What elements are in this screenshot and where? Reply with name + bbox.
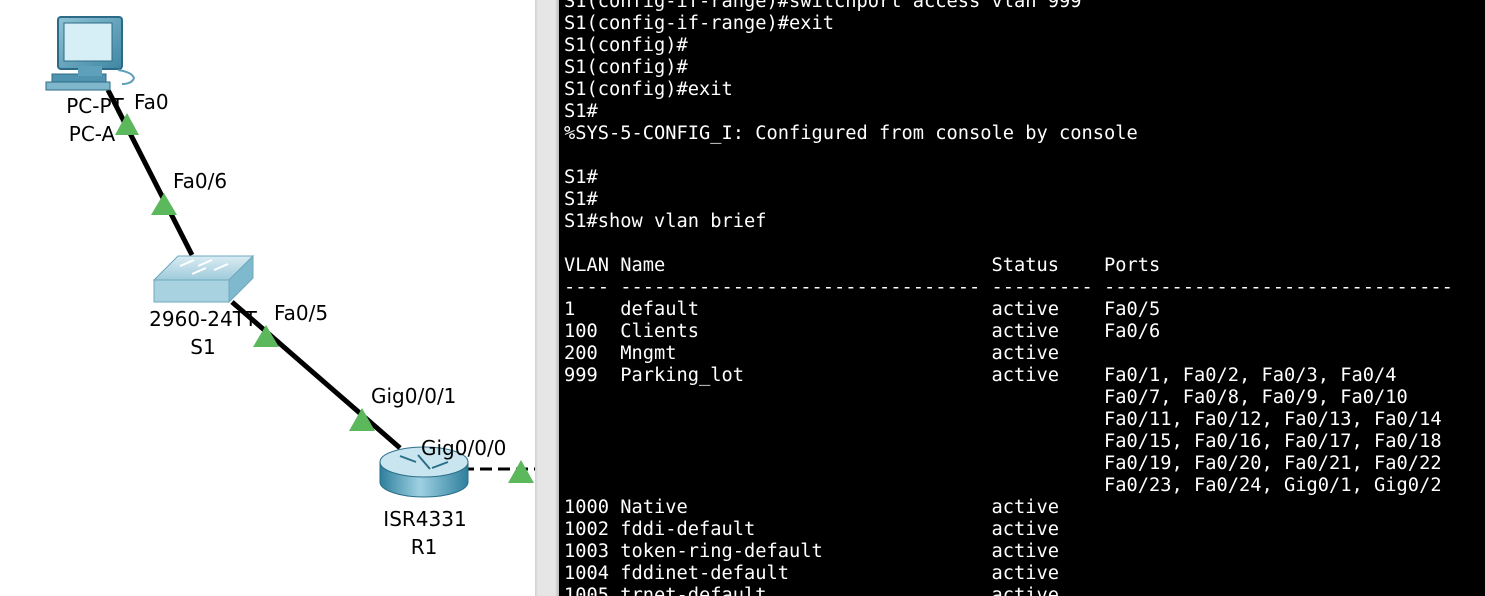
terminal-line: 1 default active Fa0/5 [564, 299, 1161, 320]
terminal-line: S1(config-if-range)#switchport access vl… [564, 0, 1082, 12]
switch-model-label: 2960-24TT [149, 307, 257, 331]
pc-icon[interactable] [45, 16, 136, 91]
terminal-line: S1#show vlan brief [564, 211, 767, 232]
port-label-pc-fa0: Fa0 [134, 90, 169, 114]
link-status-up-icon [508, 460, 534, 483]
terminal-line: 1000 Native active [564, 497, 1060, 518]
terminal-line: S1(config)# [564, 35, 688, 56]
terminal-line: S1(config)# [564, 57, 688, 78]
terminal-line: 1004 fddinet-default active [564, 563, 1060, 584]
terminal-line: 200 Mngmt active [564, 343, 1060, 364]
pc-name-label: PC-A [68, 122, 116, 146]
terminal-line: S1(config)#exit [564, 79, 733, 100]
terminal-line: S1# [564, 101, 598, 122]
terminal-line: Fa0/7, Fa0/8, Fa0/9, Fa0/10 [564, 387, 1408, 408]
terminal-line: VLAN Name Status Ports [564, 255, 1161, 276]
terminal-line: 100 Clients active Fa0/6 [564, 321, 1161, 342]
link-status-up-icon [151, 193, 177, 215]
switch-name-label: S1 [190, 335, 216, 359]
port-label-s1-fa0-6: Fa0/6 [173, 169, 228, 193]
router-name-label: R1 [410, 535, 438, 559]
router-model-label: ISR4331 [383, 507, 467, 531]
pc-model-label: PC-PT [66, 94, 124, 118]
terminal-line: %SYS-5-CONFIG_I: Configured from console… [564, 123, 1138, 144]
terminal-line: S1# [564, 167, 598, 188]
terminal-line: 999 Parking_lot active Fa0/1, Fa0/2, Fa0… [564, 365, 1397, 386]
terminal-line: S1# [564, 189, 598, 210]
terminal-line: Fa0/15, Fa0/16, Fa0/17, Fa0/18 [564, 431, 1442, 452]
terminal-line: 1005 trnet-default active [564, 585, 1060, 596]
terminal-line: Fa0/11, Fa0/12, Fa0/13, Fa0/14 [564, 409, 1442, 430]
port-label-r1-gig0-0-0: Gig0/0/0 [421, 436, 507, 460]
switch-icon[interactable] [152, 254, 255, 304]
port-label-s1-fa0-5: Fa0/5 [274, 301, 329, 325]
terminal-output: S1(config-if-range)#switchport access vl… [564, 0, 1453, 596]
topology-workspace[interactable]: PC-PT PC-A 2960-24TT S1 ISR4331 R1 Fa0 F… [0, 0, 535, 596]
terminal-line: 1002 fddi-default active [564, 519, 1060, 540]
terminal-line: S1(config-if-range)#exit [564, 13, 835, 34]
panel-splitter[interactable] [535, 0, 559, 596]
cli-terminal[interactable]: S1(config-if-range)#switchport access vl… [559, 0, 1485, 596]
link-status-up-icon [349, 408, 375, 431]
terminal-line: 1003 token-ring-default active [564, 541, 1060, 562]
port-label-r1-gig0-0-1: Gig0/0/1 [371, 384, 457, 408]
terminal-line: Fa0/23, Fa0/24, Gig0/1, Gig0/2 [564, 475, 1442, 496]
terminal-line: Fa0/19, Fa0/20, Fa0/21, Fa0/22 [564, 453, 1442, 474]
terminal-line: ---- -------------------------------- --… [564, 277, 1453, 298]
